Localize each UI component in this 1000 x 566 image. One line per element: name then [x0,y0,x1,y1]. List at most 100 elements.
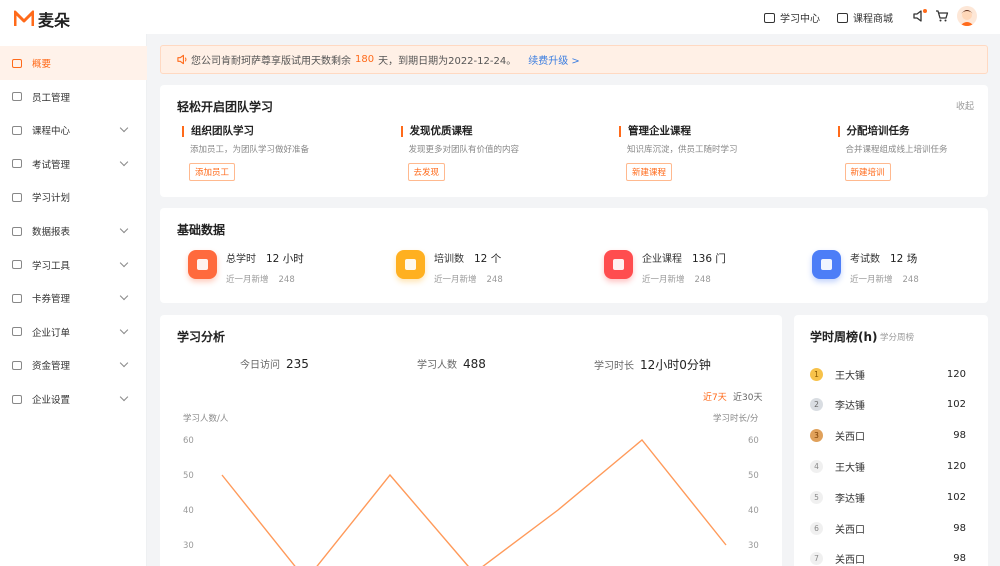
renew-upgrade-link[interactable]: 续费升级 > [528,52,580,67]
study-center-icon [764,12,775,23]
basic-stat-3: 考试数 12 场近一月新增 248 [812,250,919,285]
team-step-1: 发现优质课程 发现更多对团队有价值的内容 去发现 [400,126,601,181]
collapse-button[interactable]: 收起 [956,99,974,112]
stat-main: 培训数 12 个 [434,250,503,266]
team-step-2: 管理企业课程 知识库沉淀，供员工随时学习 新建课程 [619,126,819,181]
nav-icon [12,58,22,68]
course-mall-label: 课程商城 [853,14,893,25]
sidebar-item-7[interactable]: 卡券管理 [0,281,147,315]
medal-icon: 1 [810,367,823,381]
ranking-name: 关西口 [835,432,865,444]
trial-notice-bar: 您公司肯耐珂萨尊享版试用天数剩余 180 天，到期日期为2022-12-24。 … [160,45,988,74]
basic-stat-2: 企业课程 136 门近一月新增 248 [604,250,726,285]
nav-icon [12,125,22,135]
nav-icon [12,293,22,303]
brand-logo[interactable]: 麦朵 [14,7,70,31]
learning-analysis-card: 学习分析 今日访问 235 学习人数 488 学习时长 12小时0分钟 近7天 近30… [160,315,782,566]
stat-value: 12 小时 [266,253,304,265]
medal-icon: 2 [810,398,823,412]
sidebar-item-1[interactable]: 员工管理 [0,80,147,114]
left-tick-label: 60 [183,436,194,446]
step-action-button[interactable]: 去发现 [407,163,446,181]
sidebar-item-4[interactable]: 学习计划 [0,180,147,214]
notice-prefix: 您公司肯耐珂萨尊享版试用天数剩余 [191,56,351,67]
ranking-title: 学时周榜(h) [810,330,878,344]
sidebar-item-label: 课程中心 [32,126,71,138]
sidebar-item-8[interactable]: 企业订单 [0,315,147,349]
metric-value: 235 [286,357,309,371]
cart-icon[interactable] [935,9,949,23]
metric-label: 学习人数 [417,360,457,371]
left-tick-label: 50 [183,471,194,481]
rank-number: 6 [810,521,823,535]
credit-ranking-tab[interactable]: 学分周榜 [880,331,914,343]
stat-text: 考试数 12 场近一月新增 248 [850,250,919,285]
range-7-days[interactable]: 近7天 [703,390,727,403]
ranking-value: 98 [953,553,966,565]
ranking-row: 5 李达锤 102 [810,488,980,506]
chevron-down-icon [119,359,129,368]
ranking-value: 102 [946,399,966,411]
sidebar-item-10[interactable]: 企业设置 [0,382,147,416]
stat-sub-value: 248 [486,275,503,285]
sidebar-item-label: 企业设置 [32,395,71,406]
stat-label: 总学时 [226,254,256,265]
course-mall-icon [837,12,848,23]
stat-main: 考试数 12 场 [850,250,919,266]
nav-icon [12,159,22,169]
team-step-3: 分配培训任务 合并课程组成线上培训任务 新建培训 [837,126,1000,181]
rank-number: 7 [810,552,823,566]
left-axis-label: 学习人数/人 [183,414,229,424]
study-center-link[interactable]: 学习中心 [764,10,820,25]
basic-data-card: 基础数据 总学时 12 小时 近一月新增 248 培训数 12 个近一月新增 248 企业课程… [160,208,988,303]
stat-sub-label: 近一月新增 [434,275,477,285]
stat-text: 总学时 12 小时近一月新增 248 [226,250,304,285]
step-title: 组织团队学习 [182,126,382,137]
step-action-button[interactable]: 新建培训 [844,163,891,181]
sidebar-item-3[interactable]: 考试管理 [0,147,147,181]
basic-data-title: 基础数据 [177,223,226,237]
sidebar-item-0[interactable]: 概要 [0,46,147,80]
user-avatar[interactable] [957,6,977,26]
stat-icon [604,250,633,279]
sidebar-item-label: 数据报表 [32,227,71,238]
range-30-days[interactable]: 近30天 [733,390,762,403]
brand-name: 麦朵 [38,11,71,30]
sidebar-item-6[interactable]: 学习工具 [0,248,147,282]
stat-sub-value: 248 [278,275,295,285]
basic-stat-0: 总学时 12 小时近一月新增 248 [188,250,304,285]
sidebar-item-label: 概要 [32,59,52,70]
stat-sub-label: 近一月新增 [850,275,893,285]
logo-mark-icon [14,10,34,26]
stat-sub: 近一月新增 248 [226,273,304,285]
sidebar-item-5[interactable]: 数据报表 [0,214,147,248]
stat-value: 136 门 [692,253,726,265]
metric-value: 12小时0分钟 [640,358,711,372]
ranking-row: 3 关西口 98 [810,427,980,445]
metric-today-visits: 今日访问 235 [240,356,309,371]
stat-value: 12 场 [890,253,918,265]
sidebar-item-2[interactable]: 课程中心 [0,113,147,147]
sidebar: 概要员工管理课程中心考试管理学习计划数据报表学习工具 卡券管理企业订单资金管理企业… [0,34,147,566]
basic-stat-1: 培训数 12 个近一月新增 248 [396,250,503,285]
learning-analysis-title: 学习分析 [177,330,226,344]
chevron-down-icon [119,258,129,267]
sidebar-item-9[interactable]: 资金管理 [0,348,147,382]
step-action-button[interactable]: 新建课程 [626,163,673,181]
ranking-name: 李达锤 [835,401,865,413]
medal-icon: 3 [810,429,823,443]
right-tick-label: 30 [748,541,759,551]
course-mall-link[interactable]: 课程商城 [837,10,893,25]
nav-icon [12,360,22,370]
metric-value: 488 [463,357,486,371]
sidebar-item-label: 学习计划 [32,193,71,205]
stat-main: 企业课程 136 门 [642,250,726,266]
team-learning-title: 轻松开启团队学习 [177,100,274,114]
ranking-value: 120 [946,460,966,472]
sidebar-item-label: 企业订单 [32,327,71,339]
nav-icon [12,327,22,337]
chevron-down-icon [119,325,129,335]
stat-label: 培训数 [434,254,464,265]
step-action-button[interactable]: 添加员工 [189,163,236,181]
sidebar-item-label: 员工管理 [32,92,71,104]
